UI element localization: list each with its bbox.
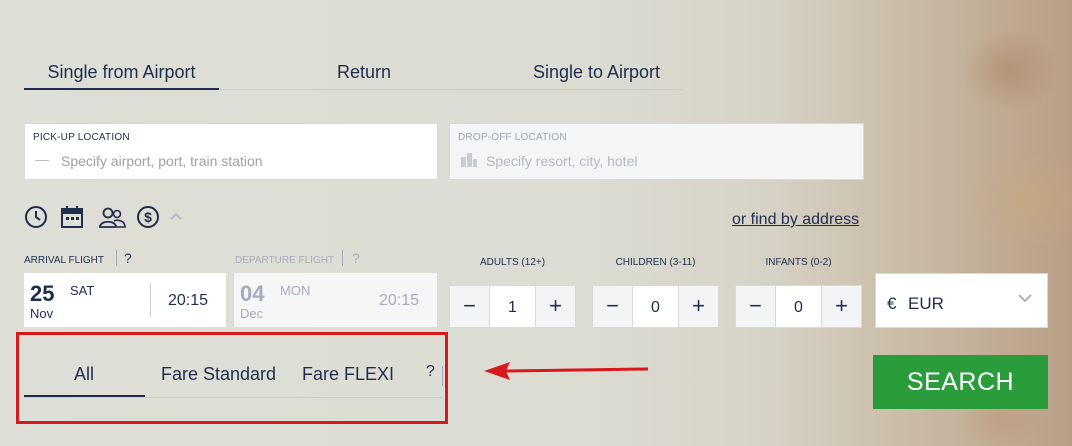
annotation-highlight-box: [16, 332, 448, 424]
children-label: CHILDREN (3-11): [615, 257, 696, 268]
departure-time: 20:15: [378, 292, 419, 309]
departure-month: Dec: [240, 306, 264, 321]
pickup-location-field[interactable]: PICK-UP LOCATION — Specify airport, port…: [24, 123, 438, 180]
trip-type-tabs: Single from Airport Return Single to Air…: [24, 56, 684, 90]
departure-weekday: MON: [280, 283, 311, 298]
date-time-divider: [150, 283, 151, 317]
infants-count[interactable]: 0: [776, 285, 821, 328]
arrival-datetime-field[interactable]: 25 SAT Nov 20:15: [24, 273, 226, 327]
departure-day: 04: [240, 281, 265, 306]
arrival-flight-label: ARRIVAL FLIGHT: [24, 255, 105, 266]
label-divider: [342, 250, 343, 266]
currency-symbol: €: [887, 294, 897, 313]
infants-minus-button[interactable]: −: [735, 285, 776, 328]
adults-stepper: − 1 +: [449, 285, 576, 328]
tab-single-from-airport[interactable]: Single from Airport: [24, 56, 219, 90]
infants-stepper: − 0 +: [735, 285, 862, 328]
calendar-icon[interactable]: [60, 205, 84, 229]
infants-plus-button[interactable]: +: [821, 285, 862, 328]
people-icon[interactable]: [98, 205, 126, 229]
tab-return[interactable]: Return: [304, 56, 424, 90]
dropoff-location-placeholder: Specify resort, city, hotel: [486, 153, 638, 169]
annotation-arrow: [484, 362, 649, 380]
pickup-location-placeholder: Specify airport, port, train station: [61, 153, 263, 169]
adults-plus-button[interactable]: +: [535, 285, 576, 328]
chevron-up-icon[interactable]: [169, 211, 183, 221]
currency-code: EUR: [908, 294, 944, 313]
currency-select[interactable]: € EUR: [875, 273, 1048, 328]
departure-flight-label: DEPARTURE FLIGHT: [235, 255, 335, 266]
children-count[interactable]: 0: [633, 285, 678, 328]
buildings-icon: [460, 151, 478, 170]
adults-count[interactable]: 1: [490, 285, 535, 328]
adults-minus-button[interactable]: −: [449, 285, 490, 328]
arrival-weekday: SAT: [70, 283, 95, 298]
search-button[interactable]: SEARCH: [873, 355, 1048, 409]
tab-single-to-airport[interactable]: Single to Airport: [509, 56, 684, 90]
children-plus-button[interactable]: +: [678, 285, 719, 328]
children-stepper: − 0 +: [592, 285, 719, 328]
label-divider: [116, 250, 117, 266]
arrival-month: Nov: [30, 306, 54, 321]
dollar-icon[interactable]: $: [136, 205, 160, 229]
adults-label: ADULTS (12+): [479, 257, 546, 268]
minus-icon: —: [35, 151, 49, 167]
departure-help-icon[interactable]: ?: [352, 250, 360, 266]
clock-icon[interactable]: [24, 205, 48, 229]
arrival-time: 20:15: [167, 292, 208, 309]
children-minus-button[interactable]: −: [592, 285, 633, 328]
find-by-address-link[interactable]: or find by address: [732, 211, 859, 229]
infants-label: INFANTS (0-2): [765, 257, 832, 268]
departure-datetime-field[interactable]: 04 MON Dec 20:15: [234, 273, 437, 327]
svg-text:$: $: [144, 209, 152, 225]
pickup-location-label: PICK-UP LOCATION: [33, 132, 130, 143]
arrival-day: 25: [30, 281, 55, 306]
dropoff-location-label: DROP-OFF LOCATION: [458, 132, 567, 143]
dropoff-location-field[interactable]: DROP-OFF LOCATION Specify resort, city, …: [449, 123, 864, 180]
chevron-down-icon: [1017, 290, 1033, 306]
arrival-help-icon[interactable]: ?: [124, 250, 132, 266]
